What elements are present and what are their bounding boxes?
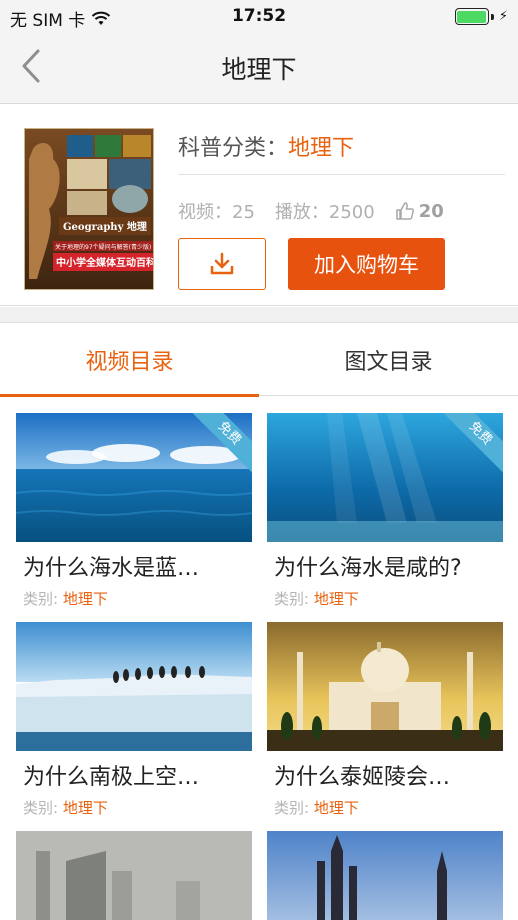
stats-row: 视频：25 播放：2500 20 [178,198,444,224]
video-title: 为什么南极上空… [23,765,200,790]
video-title: 为什么海水是蓝… [23,556,200,581]
add-to-cart-button[interactable]: 加入购物车 [288,238,445,290]
catalog-tabs: 视频目录 图文目录 [0,324,518,397]
video-thumbnail: 免费 [16,413,252,542]
category-row: 科普分类：地理下 [178,130,354,162]
video-card[interactable]: 免费 为什么海水是咸的? 类别: 地理下 [267,413,503,609]
svg-text:关于地理的97个疑问与解答(青少版): 关于地理的97个疑问与解答(青少版) [55,243,151,251]
video-card[interactable] [16,831,252,920]
video-category: 类别: 地理下 [274,799,359,817]
video-count-stat: 视频：25 [178,202,255,223]
video-thumbnail [267,622,503,751]
svg-text:中小学全媒体互动百科: 中小学全媒体互动百科 [56,256,154,269]
navigation-bar: 地理下 [0,34,518,104]
video-card[interactable] [267,831,503,920]
video-card[interactable]: 为什么泰姬陵会… 类别: 地理下 [267,622,503,818]
video-thumbnail: 免费 [267,413,503,542]
book-cover-image: Geography 地理 关于地理的97个疑问与解答(青少版) 中小学全媒体互动… [24,128,154,290]
video-thumbnail [16,622,252,751]
tab-text-catalog[interactable]: 图文目录 [259,324,518,396]
product-info: Geography 地理 关于地理的97个疑问与解答(青少版) 中小学全媒体互动… [0,104,518,306]
status-bar: 无 SIM 卡 17:52 ⚡ [0,0,518,34]
like-button[interactable]: 20 [395,201,444,222]
play-count-stat: 播放：2500 [274,202,375,223]
video-category: 类别: 地理下 [274,590,359,608]
like-count: 20 [418,200,444,222]
video-card[interactable]: 免费 为什么海水是蓝… 类别: 地理下 [16,413,252,609]
battery-indicator: ⚡ [454,8,508,25]
category-label: 科普分类： [178,136,289,161]
video-thumbnail [267,831,503,920]
page-title: 地理下 [221,55,297,84]
divider [178,174,505,175]
video-thumbnail [16,831,252,920]
svg-text:Geography 地理: Geography 地理 [63,220,147,233]
clock: 17:52 [231,6,287,26]
thumbs-up-icon [395,202,414,220]
charging-icon: ⚡ [498,9,508,24]
section-separator [0,307,518,323]
video-grid: 免费 为什么海水是蓝… 类别: 地理下 免费 为什么海水是咸的? 类别: 地理下 [0,397,518,920]
video-category: 类别: 地理下 [23,799,108,817]
download-icon [210,252,234,275]
video-card[interactable]: 为什么南极上空… 类别: 地理下 [16,622,252,818]
video-category: 类别: 地理下 [23,590,108,608]
video-title: 为什么泰姬陵会… [274,765,451,790]
download-button[interactable] [178,238,266,290]
category-value[interactable]: 地理下 [288,136,354,161]
video-title: 为什么海水是咸的? [274,556,462,581]
tab-video-catalog[interactable]: 视频目录 [0,324,259,397]
battery-icon [454,8,489,25]
